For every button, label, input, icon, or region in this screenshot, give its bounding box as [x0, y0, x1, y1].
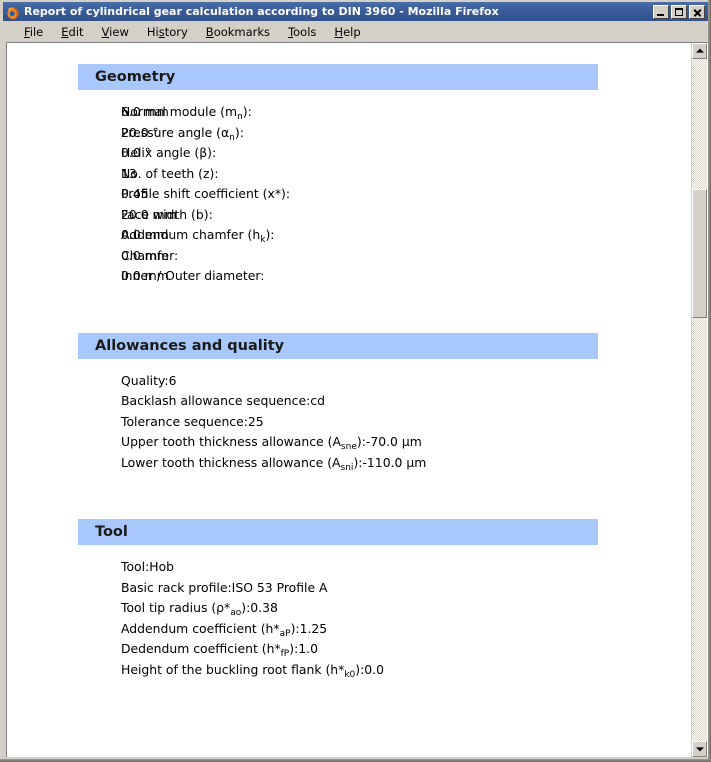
- menu-item-tools[interactable]: Tools: [279, 23, 325, 41]
- property-value: cd: [310, 393, 325, 408]
- property-row: Inner / Outer diameter: 0.0 mm: [121, 268, 265, 283]
- section-header-tool: Tool: [78, 519, 598, 545]
- property-value: 6: [168, 372, 177, 388]
- browser-window: Report of cylindrical gear calculation a…: [0, 0, 711, 762]
- property-row: No. of teeth (z): 13: [121, 165, 219, 181]
- property-row: Normal module (mn): 6.0 mm: [121, 104, 252, 122]
- property-value: -70.0 µm: [365, 434, 422, 449]
- property-row: Profile shift coefficient (x*): 0.45: [121, 186, 291, 201]
- property-row: Height of the buckling root flank (h*k0)…: [121, 662, 485, 683]
- property-row: Tool: Hob: [121, 559, 485, 580]
- property-row: Lower tooth thickness allowance (Asni): -…: [121, 455, 455, 476]
- scroll-up-arrow-icon: [695, 48, 704, 53]
- section-rows-geometry: Normal module (mn): 6.0 mm Pressure angle …: [121, 104, 362, 289]
- section-allowances: Allowances and quality Quality: 6 Backlash …: [7, 332, 691, 476]
- property-row: Addendum chamfer (hk): 0.0 mm: [121, 227, 275, 245]
- property-value: 0.0 mm: [121, 247, 169, 263]
- scrollbar-thumb[interactable]: [692, 188, 707, 319]
- scrollbar-down-button[interactable]: [692, 741, 707, 757]
- property-label: Lower tooth thickness allowance (Asni):: [121, 454, 363, 473]
- section-geometry: Geometry Normal module (mn): 6.0 mm Pressur…: [7, 64, 691, 289]
- property-value: 0.0 mm: [121, 268, 169, 283]
- property-label: Upper tooth thickness allowance (Asne):: [121, 434, 366, 452]
- section-rows-tool: Tool: Hob Basic rack profile: ISO 53 Profil…: [121, 559, 485, 682]
- property-label: Backlash allowance sequence:: [121, 393, 311, 408]
- property-row: Chamfer: 0.0 mm: [121, 247, 179, 263]
- property-row: Upper tooth thickness allowance (Asne): -…: [121, 434, 455, 455]
- property-row: Face width (b): 20.0 mm: [121, 206, 213, 222]
- menu-item-help[interactable]: Help: [325, 23, 369, 41]
- property-value: 0.0: [364, 661, 385, 677]
- property-value: 13: [121, 165, 137, 181]
- scrollbar-up-button[interactable]: [692, 43, 707, 59]
- property-value: 1.25: [299, 620, 328, 636]
- property-value: 0.0 mm: [121, 227, 169, 242]
- minimize-button[interactable]: [653, 4, 669, 19]
- property-value: ISO 53 Profile A: [231, 579, 328, 595]
- menu-item-file[interactable]: File: [15, 23, 52, 41]
- menu-bar: File Edit View History Bookmarks Tools Help: [3, 21, 708, 42]
- property-value: -110.0 µm: [362, 454, 427, 470]
- property-label: Dedendum coefficient (h*fP):: [121, 641, 299, 659]
- section-title: Geometry: [95, 69, 176, 85]
- menu-item-view[interactable]: View: [93, 23, 138, 41]
- property-row: Quality: 6: [121, 373, 455, 394]
- property-label: Basic rack profile:: [121, 579, 232, 595]
- menu-item-edit[interactable]: Edit: [52, 23, 92, 41]
- window-controls: [653, 4, 705, 19]
- property-value: 1.0: [298, 641, 318, 656]
- property-value: 20.0 mm: [121, 206, 177, 222]
- scroll-down-arrow-icon: [695, 747, 704, 752]
- vertical-scrollbar[interactable]: [691, 43, 707, 757]
- report-document: Geometry Normal module (mn): 6.0 mm Pressur…: [7, 43, 691, 682]
- property-row: Pressure angle (αn): 20.0 °: [121, 124, 244, 143]
- property-value: 25: [247, 413, 264, 429]
- property-row: Addendum coefficient (h*aP): 1.25: [121, 621, 485, 642]
- maximize-icon: [675, 7, 683, 16]
- property-value: 0.38: [250, 600, 278, 615]
- property-label: Tool:: [121, 559, 150, 574]
- property-label: Height of the buckling root flank (h*k0)…: [121, 661, 365, 680]
- title-bar: Report of cylindrical gear calculation a…: [3, 2, 708, 21]
- menu-item-bookmarks[interactable]: Bookmarks: [197, 23, 279, 41]
- property-value: 20.0 °: [121, 124, 159, 140]
- client-area: Geometry Normal module (mn): 6.0 mm Pressur…: [6, 42, 708, 757]
- window-title: Report of cylindrical gear calculation a…: [24, 5, 499, 18]
- property-value: 0.0 °: [121, 145, 151, 160]
- minimize-icon: [657, 13, 664, 16]
- section-header-allowances: Allowances and quality: [78, 332, 598, 359]
- property-label: Addendum coefficient (h*aP):: [121, 620, 300, 639]
- property-value: 6.0 mm: [121, 104, 169, 119]
- section-tool: Tool Tool: Hob Basic rack profile: ISO 53 Pr…: [7, 519, 691, 682]
- property-row: Basic rack profile: ISO 53 Profile A: [121, 580, 485, 601]
- menu-item-history[interactable]: History: [138, 23, 197, 41]
- property-row: Dedendum coefficient (h*fP): 1.0: [121, 641, 485, 662]
- property-label: Quality:: [121, 372, 169, 388]
- maximize-button[interactable]: [671, 4, 687, 19]
- property-row: Helix angle (β): 0.0 °: [121, 145, 217, 160]
- property-label: Tolerance sequence:: [121, 413, 248, 429]
- close-button[interactable]: [689, 4, 705, 19]
- property-label: Tool tip radius (ρ*ao):: [121, 600, 251, 618]
- firefox-icon: [6, 5, 20, 19]
- section-header-geometry: Geometry: [78, 64, 598, 90]
- property-row: Backlash allowance sequence: cd: [121, 393, 455, 414]
- property-value: Hob: [149, 559, 175, 574]
- property-value: 0.45: [121, 186, 149, 201]
- section-rows-allowances: Quality: 6 Backlash allowance sequence: cd T…: [121, 373, 455, 476]
- scrollbar-track[interactable]: [692, 59, 707, 741]
- section-title: Tool: [95, 524, 128, 540]
- document-viewport: Geometry Normal module (mn): 6.0 mm Pressur…: [7, 43, 691, 757]
- property-row: Tolerance sequence: 25: [121, 414, 455, 435]
- section-title: Allowances and quality: [95, 337, 285, 354]
- property-row: Tool tip radius (ρ*ao): 0.38: [121, 600, 485, 621]
